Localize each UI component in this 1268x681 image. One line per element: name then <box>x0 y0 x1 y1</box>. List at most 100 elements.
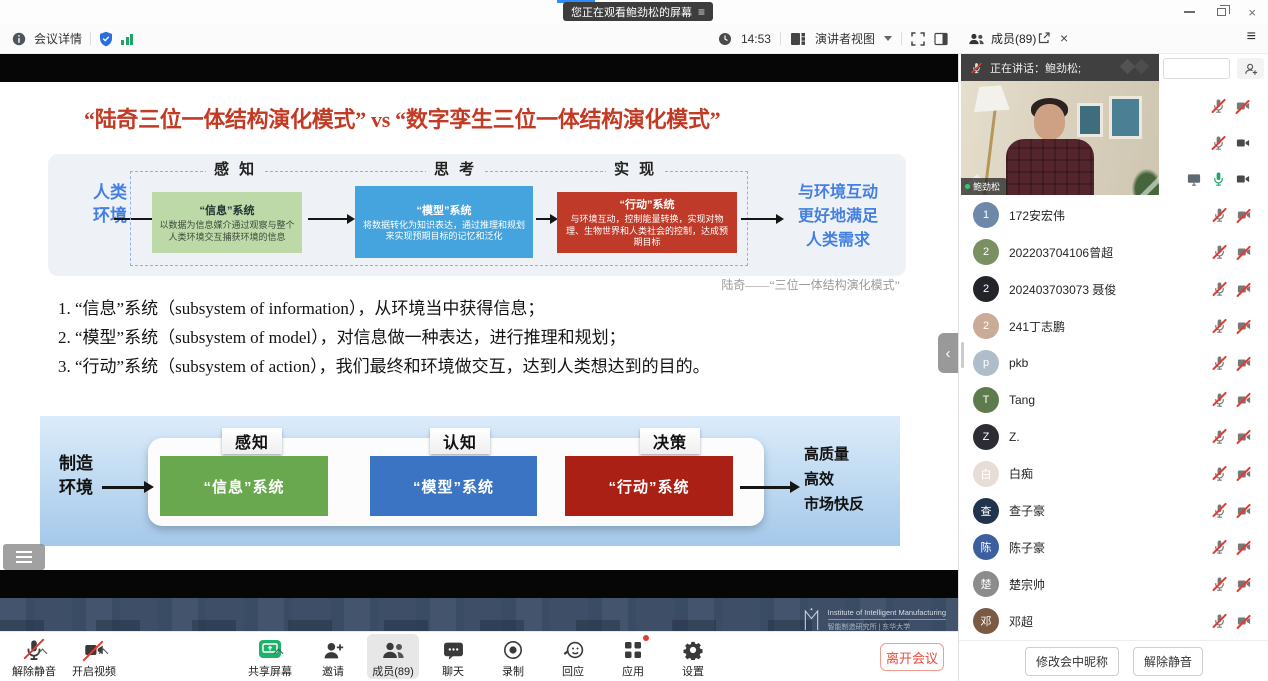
mic-muted-icon[interactable] <box>1212 244 1227 260</box>
mic-muted-icon[interactable] <box>1212 429 1227 445</box>
rename-button[interactable]: 修改会中昵称 <box>1025 647 1119 676</box>
start-video-button[interactable]: 开启视频 <box>68 634 120 679</box>
hamburger-menu-icon[interactable]: ≡ <box>1247 28 1256 46</box>
member-row[interactable]: 1 172安宏伟 <box>959 197 1268 234</box>
slide-list-item: 2. “模型”系统（subsystem of model），对信息做一种表达，进… <box>58 323 918 352</box>
slide-thumbnails-button[interactable] <box>3 544 45 570</box>
mic-muted-icon[interactable] <box>1212 503 1227 519</box>
member-row[interactable]: 邓 邓超 <box>959 603 1268 640</box>
reactions-icon <box>563 640 584 660</box>
add-member-button[interactable] <box>1237 58 1264 79</box>
members-button[interactable]: 成员(89) <box>367 634 419 679</box>
camera-off-icon[interactable] <box>1236 319 1252 333</box>
mic-muted-icon[interactable] <box>1212 539 1227 555</box>
record-icon <box>503 640 523 660</box>
member-row[interactable]: 白 白痴 <box>959 455 1268 492</box>
security-shield-icon[interactable] <box>99 31 113 47</box>
reactions-button[interactable]: 回应 <box>547 634 599 679</box>
slide-list-item: 3. “行动”系统（subsystem of action），我们最终和环境做交… <box>58 352 918 381</box>
member-name: 202203704106曾超 <box>1009 244 1212 261</box>
outcome-line: 高效 <box>804 467 896 492</box>
chevron-down-icon[interactable] <box>884 36 892 41</box>
member-name: 241丁志鹏 <box>1009 318 1212 335</box>
members-panel: 正在讲话：鲍劲松; 鲍劲松 <box>958 54 1268 681</box>
restore-icon[interactable] <box>1217 8 1226 16</box>
mic-muted-icon[interactable] <box>1212 576 1227 592</box>
watching-screen-tooltip: 您正在观看鲍劲松的屏幕 ≡ <box>563 2 713 21</box>
unmute-button[interactable]: 解除静音 <box>8 634 60 679</box>
record-button[interactable]: 录制 <box>487 634 539 679</box>
mic-muted-icon[interactable] <box>1212 318 1227 334</box>
minimize-icon[interactable] <box>1184 11 1195 13</box>
mic-muted-icon[interactable] <box>1212 207 1227 223</box>
member-row[interactable]: 陈 陈子豪 <box>959 529 1268 566</box>
info-icon[interactable] <box>12 32 26 46</box>
mic-muted-icon[interactable] <box>1211 135 1226 151</box>
collapse-panel-handle[interactable]: ‹ <box>938 333 958 373</box>
popout-panel-icon[interactable] <box>1037 31 1051 45</box>
share-screen-button[interactable]: 共享屏幕 <box>241 634 299 679</box>
member-avatar: T <box>973 387 999 413</box>
meeting-details-label[interactable]: 会议详情 <box>34 30 82 47</box>
camera-off-icon[interactable] <box>1236 504 1252 518</box>
mic-muted-icon[interactable] <box>1212 281 1227 297</box>
camera-off-icon[interactable] <box>1236 208 1252 222</box>
active-speaker-text: 正在讲话：鲍劲松; <box>990 60 1081 76</box>
member-name: 邓超 <box>1009 613 1212 630</box>
settings-button[interactable]: 设置 <box>667 634 719 679</box>
chat-button[interactable]: 聊天 <box>427 634 479 679</box>
camera-off-icon[interactable] <box>1236 430 1252 444</box>
member-row[interactable]: 楚 楚宗帅 <box>959 566 1268 603</box>
network-signal-icon[interactable] <box>121 33 133 45</box>
member-search-input[interactable] <box>1163 58 1230 79</box>
member-name: 陈子豪 <box>1009 539 1212 556</box>
member-row[interactable]: p pkb <box>959 345 1268 382</box>
info-system-box: “信息”系统 <box>160 456 328 516</box>
apps-label: 应用 <box>622 663 644 679</box>
window-close-icon[interactable]: × <box>1248 6 1256 19</box>
member-row[interactable]: 2 202203704106曾超 <box>959 234 1268 271</box>
tooltip-menu-icon[interactable]: ≡ <box>698 5 705 19</box>
camera-off-icon[interactable] <box>1236 614 1252 628</box>
scrollbar[interactable] <box>961 342 964 368</box>
leave-meeting-button[interactable]: 离开会议 <box>880 643 944 671</box>
member-row[interactable]: 2 241丁志鹏 <box>959 308 1268 345</box>
speaker-video-thumbnail[interactable]: 鲍劲松 <box>961 81 1159 195</box>
member-row[interactable]: Z Z. <box>959 418 1268 455</box>
speaker-view-icon[interactable] <box>790 32 806 46</box>
camera-off-icon[interactable] <box>1236 282 1252 296</box>
mic-muted-icon[interactable] <box>1212 466 1227 482</box>
mic-muted-icon[interactable] <box>1211 98 1226 114</box>
camera-on-icon[interactable] <box>1235 136 1251 150</box>
camera-off-icon[interactable] <box>1236 356 1252 370</box>
member-avatar: 2 <box>973 276 999 302</box>
camera-off-icon[interactable] <box>1236 245 1252 259</box>
member-row[interactable]: 2 202403703073 聂俊 <box>959 271 1268 308</box>
close-panel-icon[interactable]: × <box>1060 29 1068 49</box>
participant-status-row <box>1211 135 1251 151</box>
chat-icon <box>443 641 464 660</box>
camera-off-icon[interactable] <box>1236 467 1252 481</box>
camera-off-icon[interactable] <box>1236 393 1252 407</box>
member-name: Z. <box>1009 430 1212 444</box>
apps-button[interactable]: 应用 <box>607 634 659 679</box>
model-system-box: “模型”系统 <box>370 456 537 516</box>
camera-off-icon[interactable] <box>1236 540 1252 554</box>
view-mode-label[interactable]: 演讲者视图 <box>815 30 875 47</box>
screen-sharing-icon[interactable] <box>1186 172 1202 187</box>
member-list[interactable]: 1 172安宏伟 2 202203704106曾超 2 202403703073… <box>959 197 1268 640</box>
member-row[interactable]: T Tang <box>959 381 1268 418</box>
mic-muted-icon[interactable] <box>1212 392 1227 408</box>
camera-off-icon[interactable] <box>1236 577 1252 591</box>
unmute-request-button[interactable]: 解除静音 <box>1133 647 1203 676</box>
fullscreen-icon[interactable] <box>911 32 925 46</box>
member-row[interactable]: 查 查子豪 <box>959 492 1268 529</box>
side-panel-icon[interactable] <box>934 32 948 46</box>
mic-active-icon[interactable] <box>1211 171 1226 187</box>
camera-off-icon[interactable] <box>1235 99 1251 113</box>
mic-muted-icon[interactable] <box>1212 355 1227 371</box>
invite-button[interactable]: 邀请 <box>307 634 359 679</box>
camera-on-icon[interactable] <box>1235 172 1251 186</box>
mic-muted-icon[interactable] <box>1212 613 1227 629</box>
member-avatar: 2 <box>973 313 999 339</box>
